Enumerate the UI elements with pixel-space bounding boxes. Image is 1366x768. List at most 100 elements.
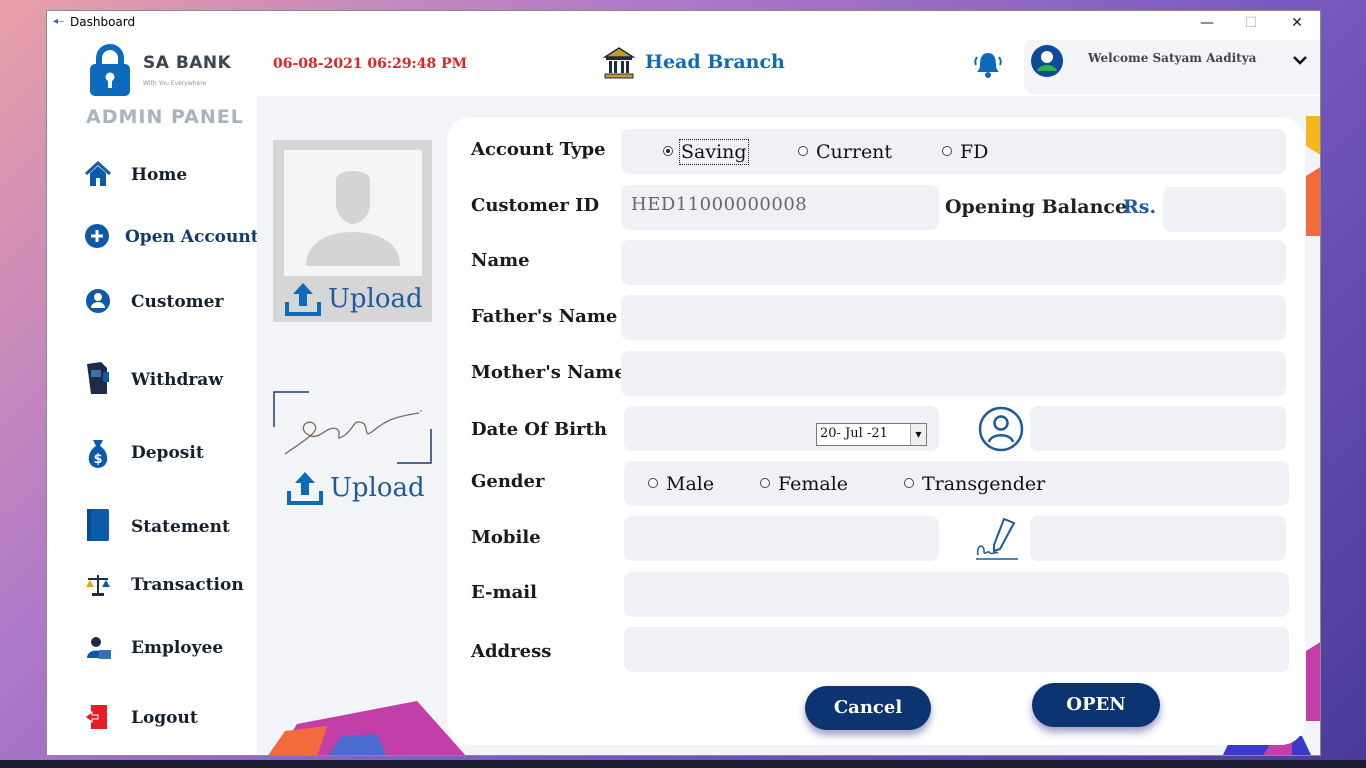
photo-preview: Upload <box>273 140 432 322</box>
brand-name: SA BANK <box>143 53 232 73</box>
currency-label: Rs. <box>1123 196 1157 218</box>
plus-circle-icon <box>85 224 109 248</box>
photo-path-field[interactable] <box>1030 406 1286 451</box>
main-content: Upload Upload Account Type Saving Curren… <box>257 96 1320 755</box>
svg-text:$: $ <box>93 452 102 467</box>
dob-picker[interactable]: 20- Jul -21 ▼ <box>816 423 927 446</box>
close-button[interactable]: ✕ <box>1274 12 1320 34</box>
mobile-input[interactable] <box>624 516 939 561</box>
address-label: Address <box>471 641 552 662</box>
notification-bell-icon[interactable] <box>974 50 1002 80</box>
sidebar-item-label: Statement <box>131 517 230 537</box>
radio-icon <box>798 146 808 156</box>
account-type-group: Saving Current FD <box>621 129 1286 174</box>
radio-male[interactable]: Male <box>648 473 714 495</box>
dob-field: 20- Jul -21 ▼ <box>624 406 939 451</box>
radio-fd[interactable]: FD <box>942 141 988 163</box>
avatar <box>1031 45 1063 77</box>
app-back-icon: ◂‒ <box>53 16 65 27</box>
radio-transgender[interactable]: Transgender <box>904 473 1045 495</box>
sidebar-item-customer[interactable]: Customer <box>83 282 257 322</box>
photo-upload-button[interactable]: Upload <box>285 280 425 320</box>
sidebar-item-employee[interactable]: Employee <box>83 628 257 668</box>
sidebar-item-label: Transaction <box>131 575 244 595</box>
sidebar-item-transaction[interactable]: Transaction <box>83 565 257 605</box>
sidebar: SA BANK With You Everywhere ADMIN PANEL … <box>47 34 259 755</box>
signature-pen-icon <box>976 517 1018 560</box>
logout-icon <box>84 705 107 729</box>
email-label: E-mail <box>471 582 537 603</box>
customer-id-label: Customer ID <box>471 195 600 216</box>
maximize-button[interactable]: ☐ <box>1228 12 1274 34</box>
customer-icon <box>86 289 110 313</box>
cancel-button[interactable]: Cancel <box>805 686 931 730</box>
header-bar: 06-08-2021 06:29:48 PM Head Branch Welco… <box>257 34 1320 96</box>
mobile-label: Mobile <box>471 527 541 548</box>
brand-tagline: With You Everywhere <box>143 80 207 87</box>
signature-upload-button[interactable]: Upload <box>287 469 437 509</box>
title-bar: ◂‒ Dashboard — ☐ ✕ <box>47 11 1320 34</box>
person-placeholder-icon <box>306 171 400 266</box>
photo-upload-label: Upload <box>328 284 423 314</box>
radio-icon <box>942 146 952 156</box>
minimize-button[interactable]: — <box>1184 12 1230 34</box>
atm-icon <box>87 362 109 394</box>
mother-name-label: Mother's Name <box>471 362 626 383</box>
sidebar-item-label: Withdraw <box>131 370 223 390</box>
opening-balance-label: Opening Balance <box>945 196 1128 218</box>
current-datetime: 06-08-2021 06:29:48 PM <box>273 56 468 72</box>
radio-female[interactable]: Female <box>760 473 848 495</box>
welcome-text: Welcome Satyam Aaditya <box>1088 51 1257 65</box>
user-menu[interactable]: Welcome Satyam Aaditya <box>1024 40 1320 94</box>
father-name-label: Father's Name <box>471 306 618 327</box>
sidebar-item-label: Deposit <box>131 443 204 463</box>
customer-id-field[interactable]: HED11000000008 <box>621 185 939 230</box>
bank-lock-logo-icon <box>90 44 130 96</box>
upload-icon <box>285 283 321 316</box>
sidebar-item-statement[interactable]: Statement <box>83 507 257 547</box>
sidebar-item-label: Open Account <box>125 227 259 247</box>
radio-saving[interactable]: Saving <box>663 139 749 165</box>
address-input[interactable] <box>624 627 1289 672</box>
sidebar-item-label: Customer <box>131 292 224 312</box>
sidebar-item-open-account[interactable]: Open Account <box>83 217 259 257</box>
sidebar-item-deposit[interactable]: $ Deposit <box>83 433 257 473</box>
notebook-icon <box>87 509 109 541</box>
decorative-shape-edge <box>1306 116 1320 236</box>
opening-balance-input[interactable] <box>1163 187 1286 232</box>
signature-upload-label: Upload <box>330 473 425 503</box>
upload-icon <box>287 472 323 505</box>
user-circle-icon <box>978 406 1024 452</box>
radio-icon <box>760 478 770 488</box>
sidebar-item-label: Home <box>131 165 188 185</box>
gender-label: Gender <box>471 471 545 492</box>
chevron-down-icon[interactable] <box>1292 54 1308 66</box>
sidebar-item-label: Employee <box>131 638 224 658</box>
radio-current[interactable]: Current <box>798 141 892 163</box>
customer-id-value: HED11000000008 <box>631 194 808 215</box>
mother-name-input[interactable] <box>621 351 1286 396</box>
dob-value: 20- Jul -21 <box>820 426 888 441</box>
sidebar-item-withdraw[interactable]: Withdraw <box>83 360 257 400</box>
email-input[interactable] <box>624 572 1289 617</box>
window-title: Dashboard <box>70 15 136 29</box>
father-name-input[interactable] <box>621 295 1286 340</box>
open-button[interactable]: OPEN <box>1032 683 1160 727</box>
sidebar-item-label: Logout <box>131 708 198 728</box>
branch-title: Head Branch <box>645 51 785 73</box>
dropdown-arrow-icon[interactable]: ▼ <box>910 424 926 445</box>
signature-preview <box>273 391 432 465</box>
name-label: Name <box>471 250 530 271</box>
money-bag-icon: $ <box>88 440 108 468</box>
admin-panel-label: ADMIN PANEL <box>86 106 244 128</box>
scale-icon <box>86 575 110 596</box>
name-input[interactable] <box>621 240 1286 285</box>
sidebar-item-home[interactable]: Home <box>83 155 257 195</box>
taskbar-strip <box>0 760 1366 768</box>
signature-path-field[interactable] <box>1030 516 1286 561</box>
open-account-form: Account Type Saving Current FD Customer … <box>447 117 1305 745</box>
gender-group: Male Female Transgender <box>624 461 1289 506</box>
home-icon <box>84 160 112 186</box>
dob-label: Date Of Birth <box>471 419 607 440</box>
sidebar-item-logout[interactable]: Logout <box>83 698 257 738</box>
